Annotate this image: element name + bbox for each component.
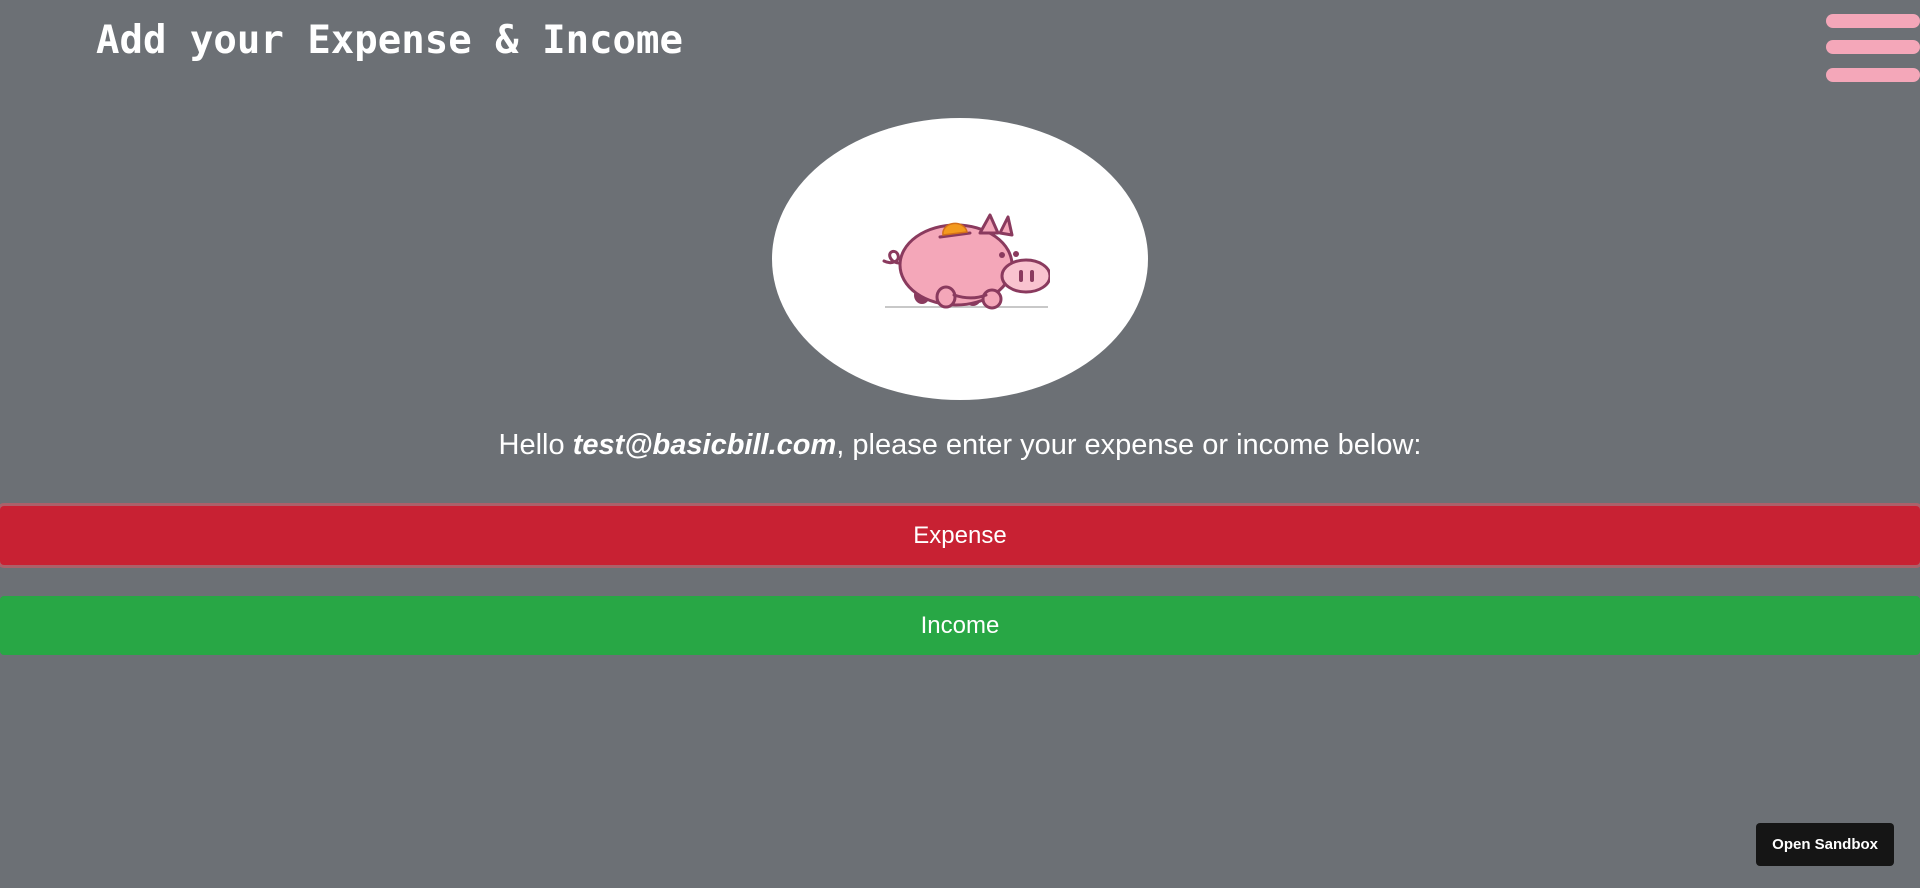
page: Add your Expense & Income Hello test@bas… bbox=[0, 0, 1920, 888]
open-sandbox-button[interactable]: Open Sandbox bbox=[1756, 823, 1894, 866]
menu-bar-top bbox=[1826, 14, 1920, 28]
piggy-bank-icon bbox=[882, 213, 1050, 310]
menu-bar-bottom bbox=[1826, 68, 1920, 82]
income-button[interactable]: Income bbox=[0, 596, 1920, 655]
page-title: Add your Expense & Income bbox=[96, 18, 683, 63]
expense-button[interactable]: Expense bbox=[0, 506, 1920, 565]
logo-container bbox=[772, 118, 1148, 400]
menu-button[interactable] bbox=[1822, 12, 1920, 84]
greeting-prefix: Hello bbox=[498, 429, 573, 461]
user-email: test@basicbill.com bbox=[572, 429, 837, 461]
greeting-text: Hello test@basicbill.com, please enter y… bbox=[0, 429, 1920, 462]
menu-bar-middle bbox=[1826, 40, 1920, 54]
greeting-suffix: , please enter your expense or income be… bbox=[836, 429, 1422, 461]
